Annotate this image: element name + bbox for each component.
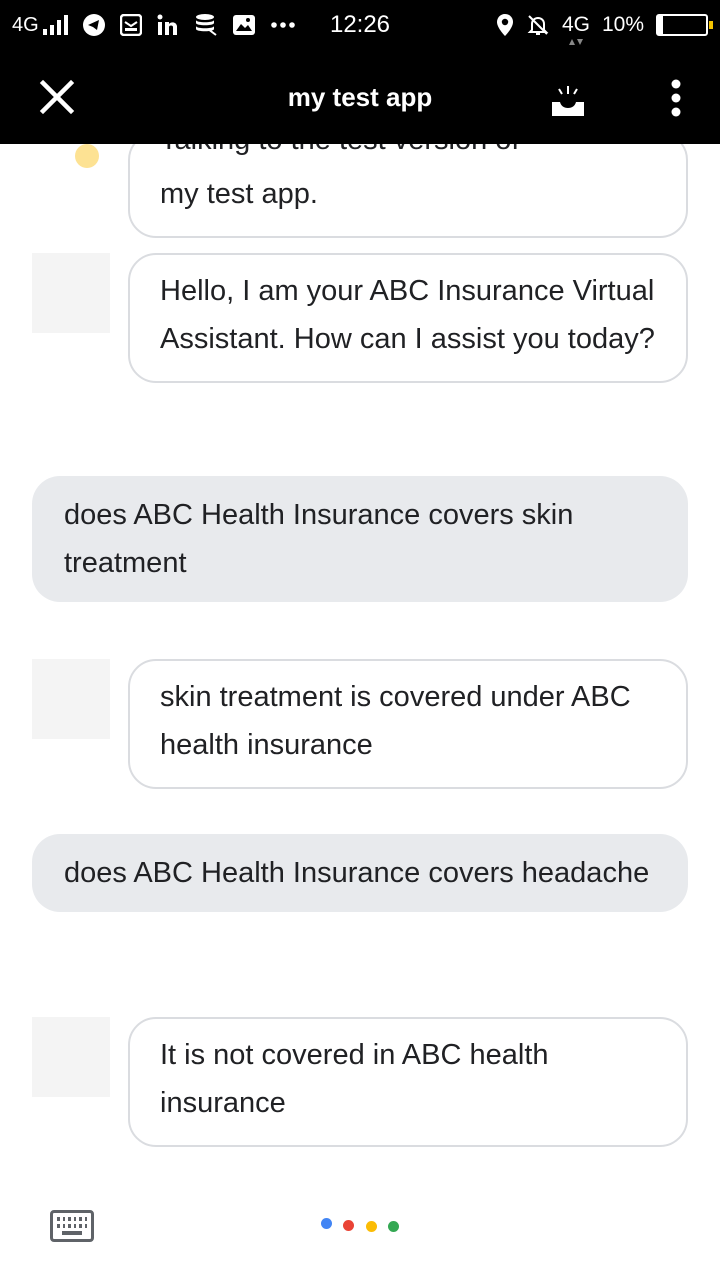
user-message-bubble: does ABC Health Insurance covers skin tr… — [32, 476, 688, 602]
red-dot — [343, 1220, 354, 1231]
green-dot — [388, 1221, 399, 1232]
assistant-message-bubble: It is not covered in ABC health insuranc… — [128, 1017, 688, 1147]
status-right: 4G 10% ⚡ — [496, 0, 713, 50]
assistant-avatar — [32, 659, 110, 739]
battery-percent: 10% — [601, 13, 644, 36]
clipped-text-line: Talking to the test version of — [160, 144, 656, 170]
overflow-menu-icon[interactable] — [660, 76, 692, 120]
blue-dot — [321, 1218, 332, 1229]
battery-tip — [709, 21, 713, 29]
keyboard-icon[interactable] — [50, 1210, 94, 1242]
assistant-message-text: my test app. — [160, 178, 318, 210]
assistant-message-text: Hello, I am your ABC Insurance Virtual A… — [160, 275, 655, 355]
assistant-avatar — [32, 253, 110, 333]
conversation-area[interactable]: Talking to the test version of my test a… — [0, 144, 720, 1184]
assistant-logo-dot — [75, 144, 99, 168]
user-message-text: does ABC Health Insurance covers headach… — [64, 857, 650, 889]
app-top-bar: my test app — [0, 50, 720, 144]
app-title: my test app — [287, 82, 433, 112]
mobile-network-label: 4G — [561, 13, 590, 36]
charging-bolt-icon: ⚡ — [676, 16, 688, 33]
assistant-message-bubble: skin treatment is covered under ABC heal… — [128, 659, 688, 789]
assistant-mic-dots-icon[interactable] — [320, 1218, 404, 1232]
assistant-message-text: skin treatment is covered under ABC heal… — [160, 681, 631, 761]
user-message-bubble: does ABC Health Insurance covers headach… — [32, 834, 688, 912]
battery-icon: ⚡ — [656, 14, 713, 36]
assistant-message-bubble: Hello, I am your ABC Insurance Virtual A… — [128, 253, 688, 383]
assistant-message-bubble: Talking to the test version of my test a… — [128, 144, 688, 238]
assistant-message-text: It is not covered in ABC health insuranc… — [160, 1039, 549, 1119]
alarm-off-icon — [527, 15, 549, 35]
user-message-text: does ABC Health Insurance covers skin tr… — [64, 499, 574, 579]
mobile-data-indicator: 4G — [561, 13, 590, 45]
inbox-tray-icon[interactable] — [546, 80, 590, 124]
data-arrows-icon — [568, 39, 583, 45]
assistant-app: 4G 12:26 4G 10% ⚡ my test app my test ap… — [0, 0, 720, 1280]
location-icon — [496, 14, 513, 36]
assistant-avatar — [32, 1017, 110, 1097]
status-bar: 4G 12:26 4G 10% ⚡ — [0, 0, 720, 50]
input-bar — [0, 1184, 720, 1280]
yellow-dot — [366, 1221, 377, 1232]
